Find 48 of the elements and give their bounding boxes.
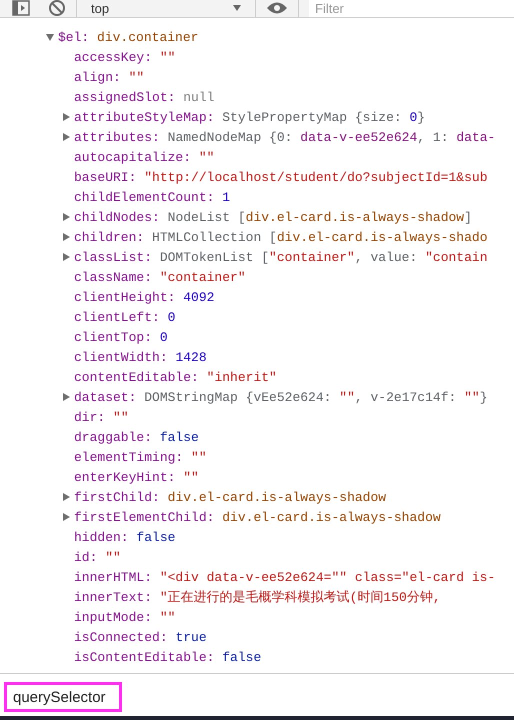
property-line: contentEditable: "inherit"	[74, 370, 277, 384]
property-line: assignedSlot: null	[74, 90, 214, 104]
expand-triangle-icon[interactable]	[63, 233, 70, 241]
property-line: clientTop: 0	[74, 330, 168, 344]
expand-triangle-icon[interactable]	[63, 213, 70, 221]
sidebar-toggle-icon[interactable]	[12, 0, 30, 16]
expand-triangle-icon[interactable]	[63, 113, 70, 121]
property-line: attributeStyleMap: StylePropertyMap {size: 0}	[74, 110, 426, 124]
property-line: innerText: "正在进行的是毛概学科模拟考试(时间150分钟,	[74, 589, 441, 606]
property-line: firstElementChild: div.el-card.is-always-shadow	[74, 510, 441, 524]
property-line: innerHTML: "<div data-v-ee52e624="" class="el-card is-	[74, 570, 496, 584]
property-line: children: HTMLCollection [div.el-card.is-always-shado	[74, 230, 488, 244]
property-line: clientLeft: 0	[74, 310, 176, 324]
property-line: classList: DOMTokenList ["container", value: "contain	[74, 250, 488, 264]
property-line: childNodes: NodeList [div.el-card.is-always-shadow]	[74, 210, 472, 224]
property-line: childElementCount: 1	[74, 190, 230, 204]
console-input[interactable]: querySelector	[4, 682, 122, 712]
caret-icon	[233, 5, 241, 11]
property-line: id: ""	[74, 550, 121, 564]
property-line: baseURI: "http://localhost/student/do?subjectId=1&sub	[74, 170, 488, 184]
property-line: firstChild: div.el-card.is-always-shadow	[74, 490, 386, 504]
property-line: isContentEditable: false	[74, 650, 262, 664]
property-line: inputMode: ""	[74, 610, 176, 624]
property-line: clientWidth: 1428	[74, 350, 207, 364]
property-line: $el: div.container	[58, 30, 198, 44]
filter-field[interactable]: Filter	[309, 0, 514, 17]
property-line: align: ""	[74, 70, 144, 84]
property-line: attributes: NamedNodeMap {0: data-v-ee52e624, 1: data-	[74, 130, 496, 144]
collapse-triangle-icon[interactable]	[46, 34, 54, 40]
expand-triangle-icon[interactable]	[63, 513, 70, 521]
eye-icon[interactable]	[266, 1, 288, 15]
expand-triangle-icon[interactable]	[63, 393, 70, 401]
property-line: isConnected: true	[74, 630, 207, 644]
clear-icon[interactable]	[48, 0, 66, 17]
property-line: clientHeight: 4092	[74, 290, 214, 304]
property-line: draggable: false	[74, 430, 199, 444]
expand-triangle-icon[interactable]	[63, 493, 70, 501]
property-line: hidden: false	[74, 530, 176, 544]
property-line: dir: ""	[74, 410, 129, 424]
property-line: dataset: DOMStringMap {vEe52e624: "", v-2e17c14f: ""}	[74, 390, 488, 404]
context-dropdown[interactable]: top	[87, 0, 245, 16]
expand-triangle-icon[interactable]	[63, 133, 70, 141]
property-line: elementTiming: ""	[74, 450, 207, 464]
property-line: enterKeyHint: ""	[74, 470, 199, 484]
property-line: accessKey: ""	[74, 50, 176, 64]
property-line: className: "container"	[74, 270, 246, 284]
property-line: autocapitalize: ""	[74, 150, 214, 164]
expand-triangle-icon[interactable]	[63, 253, 70, 261]
